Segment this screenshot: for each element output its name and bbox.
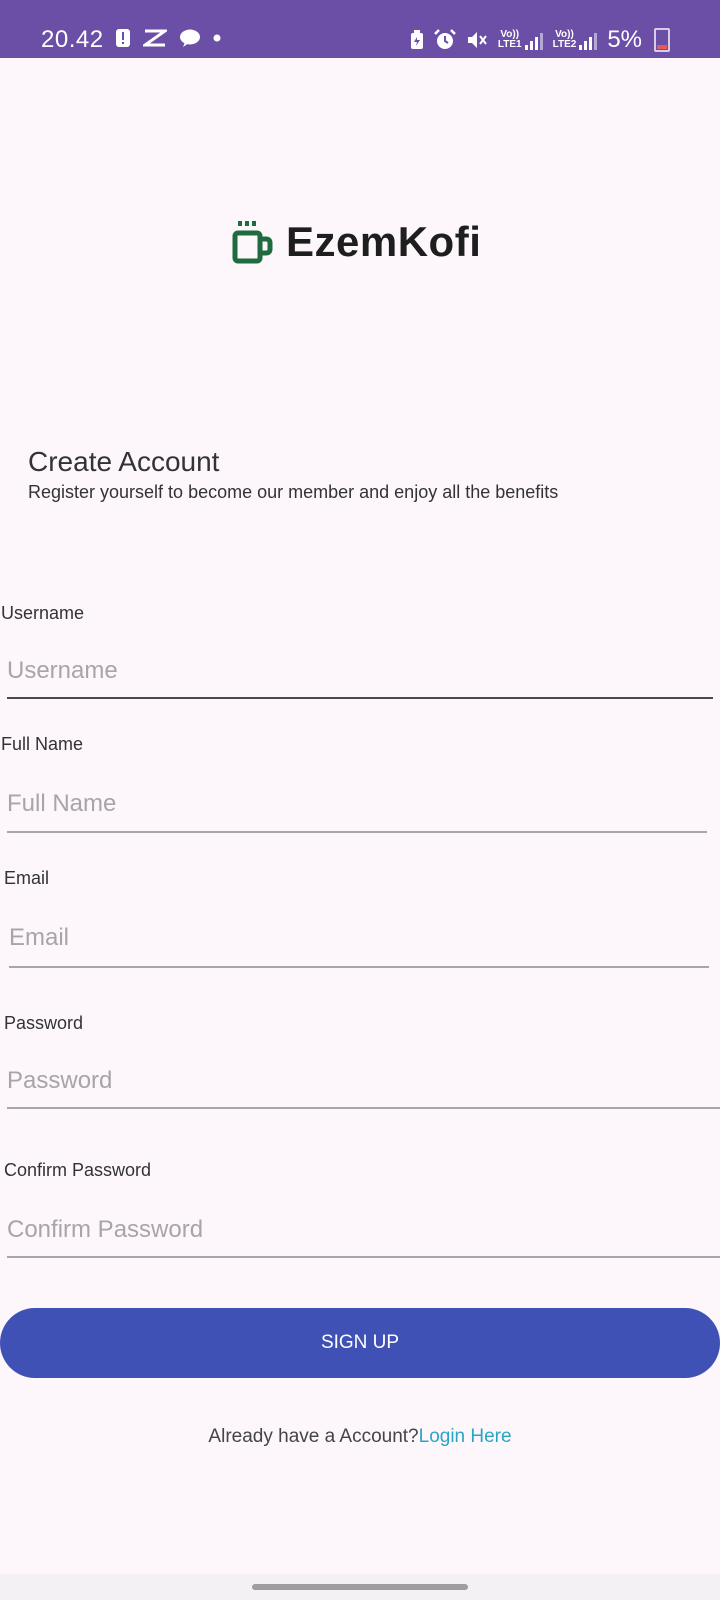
- brand-name: EzemKofi: [286, 218, 482, 265]
- alarm-icon: [433, 29, 456, 49]
- login-prompt: Already have a Account?Login Here: [0, 1426, 720, 1448]
- alert-icon: [116, 29, 130, 47]
- status-bar: 20.42 Vo)) LTE1 Vo)) LTE2 5%: [0, 0, 720, 58]
- page-title: Create Account: [28, 446, 220, 477]
- confirm-password-label: Confirm Password: [4, 1160, 152, 1180]
- signal-bars-1-icon: [524, 32, 543, 50]
- confirm-password-underline: [7, 1256, 720, 1258]
- username-label: Username: [1, 603, 85, 623]
- full-name-label: Full Name: [1, 734, 84, 754]
- sign-up-button[interactable]: SIGN UP: [0, 1308, 720, 1378]
- chat-icon: [180, 29, 200, 47]
- login-here-link[interactable]: Login Here: [419, 1426, 512, 1447]
- email-input[interactable]: [9, 922, 699, 954]
- battery-saver-icon: [410, 30, 423, 49]
- password-input[interactable]: [7, 1065, 707, 1097]
- sim1-lte-label: LTE1: [497, 39, 522, 50]
- navigation-bar: [0, 1574, 720, 1600]
- password-label: Password: [4, 1013, 84, 1033]
- sim1-indicator: Vo)) LTE1: [498, 30, 543, 50]
- system-icons: Vo)) LTE1 Vo)) LTE2 5%: [410, 26, 670, 54]
- status-time: 20.42: [41, 26, 104, 53]
- battery-icon: [654, 28, 670, 52]
- full-name-input[interactable]: [7, 788, 697, 820]
- app-logo: EzemKofi: [232, 218, 481, 266]
- dot-icon: [213, 34, 221, 42]
- sim2-lte-label: LTE2: [552, 39, 577, 50]
- username-input[interactable]: [7, 655, 697, 687]
- full-name-underline: [7, 831, 707, 833]
- notification-icons: [115, 28, 221, 48]
- password-underline: [7, 1107, 720, 1109]
- capcut-icon: [143, 29, 167, 47]
- signal-bars-2-icon: [579, 32, 598, 50]
- login-prompt-text: Already have a Account?: [208, 1426, 419, 1447]
- page-subtitle: Register yourself to become our member a…: [28, 482, 559, 502]
- email-underline: [9, 966, 709, 968]
- confirm-password-input[interactable]: [7, 1214, 707, 1246]
- username-underline: [7, 697, 713, 699]
- home-gesture-handle[interactable]: [252, 1584, 468, 1590]
- mute-icon: [467, 32, 487, 48]
- sim2-indicator: Vo)) LTE2: [553, 30, 598, 50]
- email-label: Email: [4, 868, 50, 888]
- coffee-mug-icon: [232, 221, 273, 264]
- battery-percentage: 5%: [607, 26, 642, 53]
